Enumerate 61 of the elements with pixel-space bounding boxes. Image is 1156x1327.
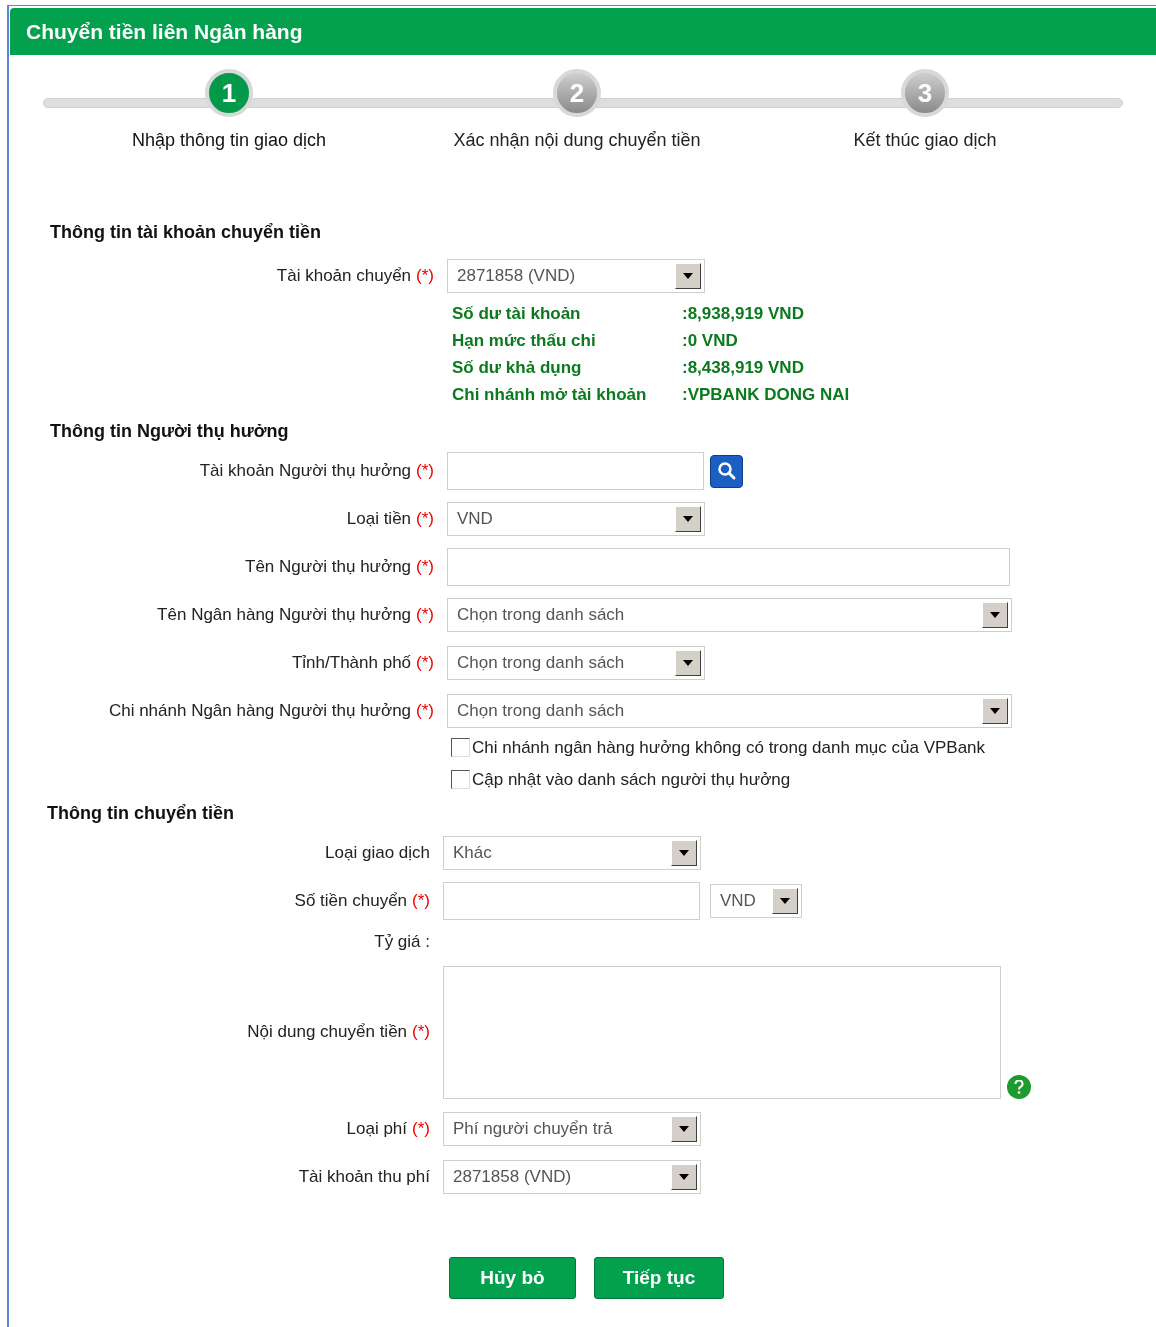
info-value: :VPBANK DONG NAI — [682, 383, 850, 406]
info-value: :8,438,919 VND — [682, 356, 804, 379]
info-label: Chi nhánh mở tài khoản — [452, 383, 648, 406]
dropdown[interactable]: Khác — [443, 836, 701, 870]
checkbox[interactable] — [451, 769, 470, 789]
checkbox[interactable] — [451, 738, 470, 758]
required-marker: (*) — [416, 700, 434, 723]
required-marker: (*) — [416, 265, 434, 288]
required-marker: (*) — [416, 508, 434, 531]
step-label: Kết thúc giao dịch — [853, 129, 997, 152]
field-label: Tỉnh/Thành phố — [291, 652, 412, 675]
info-value: :8,938,919 VND — [682, 302, 804, 325]
text-field[interactable] — [447, 548, 1010, 586]
required-marker: (*) — [412, 1021, 430, 1044]
amount-field[interactable] — [443, 882, 700, 920]
message-field[interactable] — [443, 965, 1001, 1099]
required-marker: (*) — [416, 652, 434, 675]
text-field[interactable] — [447, 452, 704, 490]
step-label: Xác nhận nội dung chuyển tiền — [453, 129, 701, 152]
help-icon[interactable] — [1007, 1074, 1031, 1099]
dropdown[interactable]: Chọn trong danh sách — [447, 646, 705, 680]
dropdown[interactable]: 2871858 (VND) — [443, 1160, 701, 1194]
field-label: Tài khoản chuyển — [276, 265, 412, 288]
section-heading: Thông tin Người thụ hưởng — [50, 421, 289, 441]
section-heading: Thông tin chuyển tiền — [47, 803, 234, 823]
field-label: Nội dung chuyển tiền — [247, 1021, 408, 1044]
field-label: Số tiền chuyển — [294, 890, 408, 913]
info-label: Số dư khả dụng — [452, 356, 583, 379]
field-label: Tài khoản Người thụ hưởng — [199, 460, 412, 483]
field-label: Tài khoản thu phí — [298, 1166, 430, 1189]
required-marker: (*) — [416, 556, 434, 579]
field-label: Tên Ngân hàng Người thụ hưởng — [157, 604, 412, 627]
field-label: Chi nhánh Ngân hàng Người thụ hưởng — [108, 700, 412, 723]
search-icon — [716, 461, 737, 481]
dropdown[interactable]: VND — [447, 502, 705, 536]
required-marker: (*) — [416, 460, 434, 483]
step-label: Nhập thông tin giao dịch — [131, 129, 327, 152]
required-marker: (*) — [412, 1118, 430, 1141]
step-number: 1 — [205, 69, 253, 117]
dropdown[interactable]: Chọn trong danh sách — [447, 694, 1012, 728]
field-label: Loại phí — [346, 1118, 408, 1141]
field-label: Tên Người thụ hưởng — [245, 556, 412, 579]
dropdown[interactable]: Chọn trong danh sách — [447, 598, 1012, 632]
field-label: Loại giao dịch — [325, 842, 430, 865]
info-value: :0 VND — [682, 329, 738, 352]
field-label: Loại tiền — [346, 508, 412, 531]
section-heading: Thông tin tài khoản chuyển tiền — [50, 222, 321, 242]
checkbox-label: Cập nhật vào danh sách người thụ hưởng — [472, 768, 791, 791]
dropdown[interactable]: Phí người chuyển trả — [443, 1112, 701, 1146]
step-number: 3 — [901, 69, 949, 117]
dropdown[interactable]: VND — [710, 884, 802, 918]
step-number: 2 — [553, 69, 601, 117]
info-label: Số dư tài khoản — [452, 302, 582, 325]
field-label: Tỷ giá : — [374, 931, 430, 954]
required-marker: (*) — [416, 604, 434, 627]
info-label: Hạn mức thấu chi — [452, 329, 597, 352]
search-button[interactable] — [710, 454, 743, 488]
checkbox-label: Chi nhánh ngân hàng hưởng không có trong danh mục của VPBank — [472, 737, 986, 759]
required-marker: (*) — [412, 890, 430, 913]
page-title: Chuyển tiền liên Ngân hàng — [26, 18, 303, 45]
dropdown[interactable]: 2871858 (VND) — [447, 259, 705, 293]
